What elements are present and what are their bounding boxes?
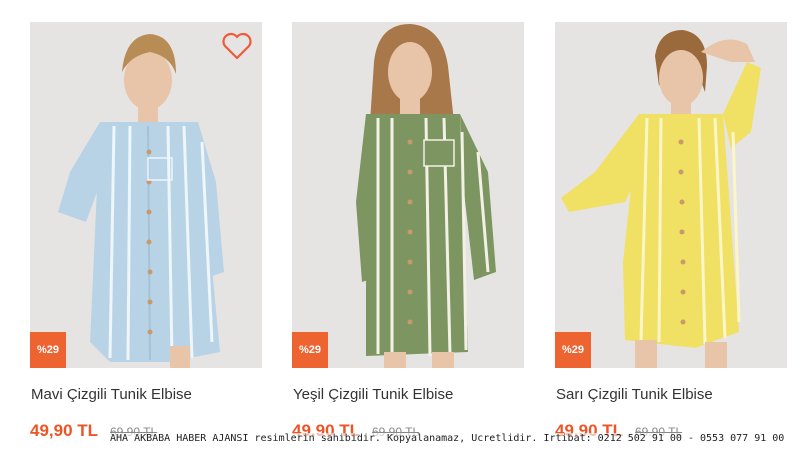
model-figure — [561, 30, 761, 368]
product-card-3[interactable]: %29 Sarı Çizgili Tunik Elbise 49.90 TL 6… — [555, 0, 789, 456]
product-image[interactable]: %29 — [30, 22, 262, 368]
product-name[interactable]: Sarı Çizgili Tunik Elbise — [556, 386, 713, 403]
discount-badge: %29 — [292, 332, 328, 368]
model-figure — [58, 34, 224, 368]
product-name[interactable]: Yeşil Çizgili Tunik Elbise — [293, 386, 453, 403]
product-name[interactable]: Mavi Çizgili Tunik Elbise — [31, 386, 192, 403]
product-price: 49,90 TL — [30, 421, 99, 440]
discount-badge: %29 — [555, 332, 591, 368]
product-image[interactable]: %29 — [292, 22, 524, 368]
discount-badge: %29 — [30, 332, 66, 368]
product-image[interactable]: %29 — [555, 22, 787, 368]
product-card-1[interactable]: %29 Mavi Çizgili Tunik Elbise 49,90 TL 6… — [30, 0, 264, 456]
watermark-text: AHA AKBABA HABER AJANSI resimlerin sahib… — [110, 433, 785, 444]
favorite-heart-icon[interactable] — [222, 32, 252, 60]
product-card-2[interactable]: %29 Yeşil Çizgili Tunik Elbise 49.90 TL … — [292, 0, 526, 456]
model-figure — [356, 24, 496, 368]
